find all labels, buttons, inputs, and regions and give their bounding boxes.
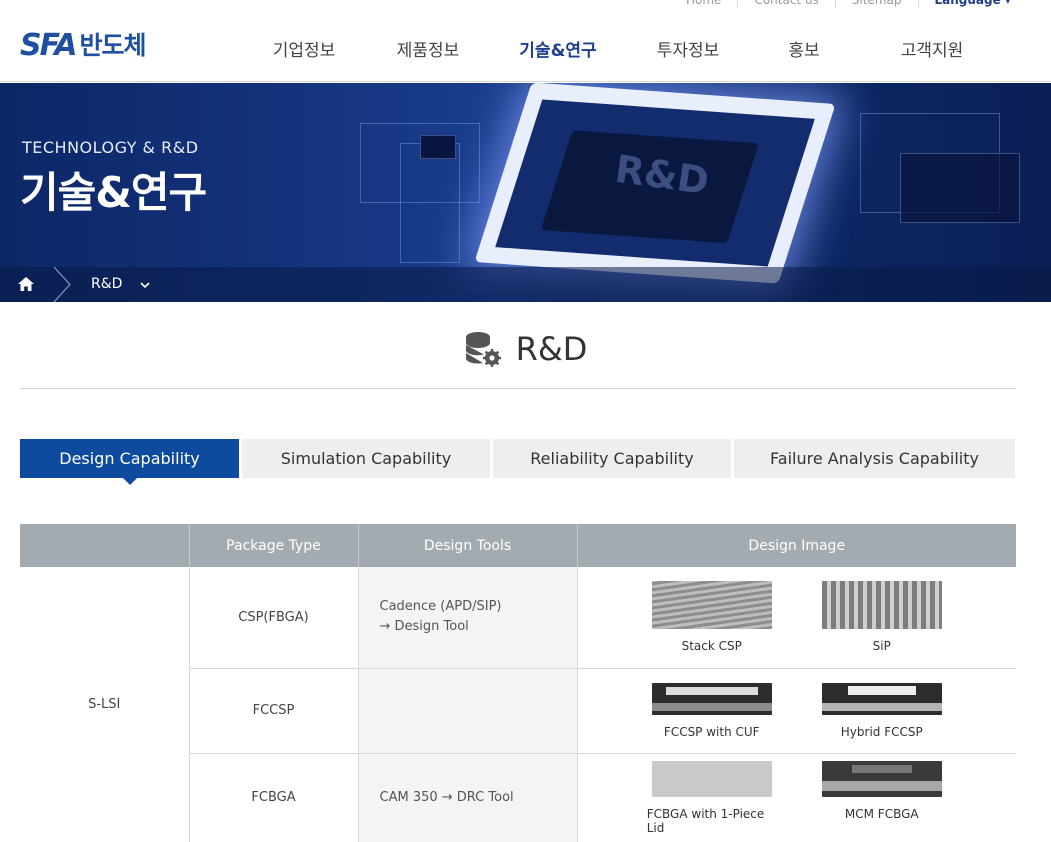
package-cell: CSP(FBGA) [188, 567, 358, 669]
circuit-chip [900, 153, 1020, 223]
circuit-chip [420, 135, 456, 159]
tool-cell [357, 668, 577, 754]
tab-reliability-capability[interactable]: Reliability Capability [493, 439, 731, 478]
image-cell: Stack CSP SiP [576, 567, 1016, 669]
capability-tabs: Design Capability Simulation Capability … [20, 439, 1015, 485]
design-capability-table: Package Type Design Tools Design Image S… [20, 524, 1016, 842]
nav-pr[interactable]: 홍보 [748, 36, 860, 61]
breadcrumb: R&D [0, 267, 1051, 302]
page-title: R&D [515, 330, 588, 368]
design-image: Hybrid FCCSP [817, 682, 947, 739]
image-caption: Stack CSP [681, 639, 742, 654]
image-caption: FCCSP with CUF [663, 724, 760, 739]
hybrid-fccsp-image [821, 682, 942, 715]
category-cell: S-LSI [20, 567, 189, 842]
design-image: MCM FCBGA [817, 760, 947, 835]
logo-korean: 반도체 [79, 31, 146, 60]
breadcrumb-separator-icon [53, 267, 71, 302]
nav-support[interactable]: 고객지원 [860, 36, 1004, 61]
image-caption: FCBGA with 1-Piece Lid [646, 806, 765, 835]
table-header [20, 524, 189, 567]
table-header: Design Image [576, 524, 1016, 567]
image-cell: FCBGA with 1-Piece Lid MCM FCBGA [576, 753, 1016, 842]
design-image: FCBGA with 1-Piece Lid [646, 760, 777, 835]
circuit-trace [400, 143, 460, 263]
image-caption: MCM FCBGA [844, 806, 919, 821]
design-image: Stack CSP [647, 581, 777, 653]
nav-investor[interactable]: 투자정보 [628, 36, 748, 61]
tab-simulation-capability[interactable]: Simulation Capability [242, 439, 490, 478]
divider [20, 388, 1016, 389]
image-cell: FCCSP with CUF Hybrid FCCSP [576, 668, 1016, 754]
design-image: FCCSP with CUF [647, 682, 777, 739]
sip-image [821, 581, 942, 630]
tool-cell: Cadence (APD/SIP) → Design Tool [357, 567, 577, 669]
logo-brand: SFA [20, 28, 77, 63]
image-caption: SiP [872, 639, 891, 654]
chevron-down-icon[interactable] [139, 279, 151, 291]
image-caption: Hybrid FCCSP [840, 724, 923, 739]
tool-cell: CAM 350 → DRC Tool [357, 753, 577, 842]
nav-company[interactable]: 기업정보 [240, 36, 368, 61]
fccsp-cuf-image [651, 682, 772, 715]
table-row: S-LSI CSP(FBGA) Cadence (APD/SIP) → Desi… [20, 567, 1016, 842]
logo[interactable]: SFA 반도체 [20, 28, 146, 63]
package-cell: FCBGA [188, 753, 358, 842]
main-nav: 기업정보 제품정보 기술&연구 투자정보 홍보 고객지원 [240, 36, 1004, 61]
breadcrumb-current[interactable]: R&D [91, 276, 122, 292]
stack-csp-image [651, 581, 772, 630]
tab-design-capability[interactable]: Design Capability [20, 439, 239, 485]
nav-tech-research[interactable]: 기술&연구 [488, 36, 628, 61]
tool-text: Cadence (APD/SIP) [379, 599, 502, 615]
design-image: SiP [817, 581, 947, 653]
table-header: Design Tools [357, 524, 577, 567]
hero-banner: R&D TECHNOLOGY & R&D 기술&연구 R&D [0, 83, 1051, 302]
tool-text: → Design Tool [379, 619, 469, 635]
package-cell: FCCSP [188, 668, 358, 754]
banner-title: 기술&연구 [20, 168, 207, 217]
table-header: Package Type [188, 524, 358, 567]
tab-failure-analysis-capability[interactable]: Failure Analysis Capability [734, 439, 1015, 478]
fcbga-lid-image [651, 760, 772, 797]
banner-subtitle: TECHNOLOGY & R&D [22, 138, 199, 157]
mcm-fcbga-image [821, 760, 942, 797]
tool-text: CAM 350 → DRC Tool [379, 789, 514, 805]
database-gear-icon [465, 332, 501, 367]
page-title-area: R&D [0, 330, 1051, 368]
site-header: SFA 반도체 기업정보 제품정보 기술&연구 투자정보 홍보 고객지원 [0, 0, 1051, 82]
home-icon[interactable] [18, 277, 34, 291]
nav-products[interactable]: 제품정보 [368, 36, 488, 61]
